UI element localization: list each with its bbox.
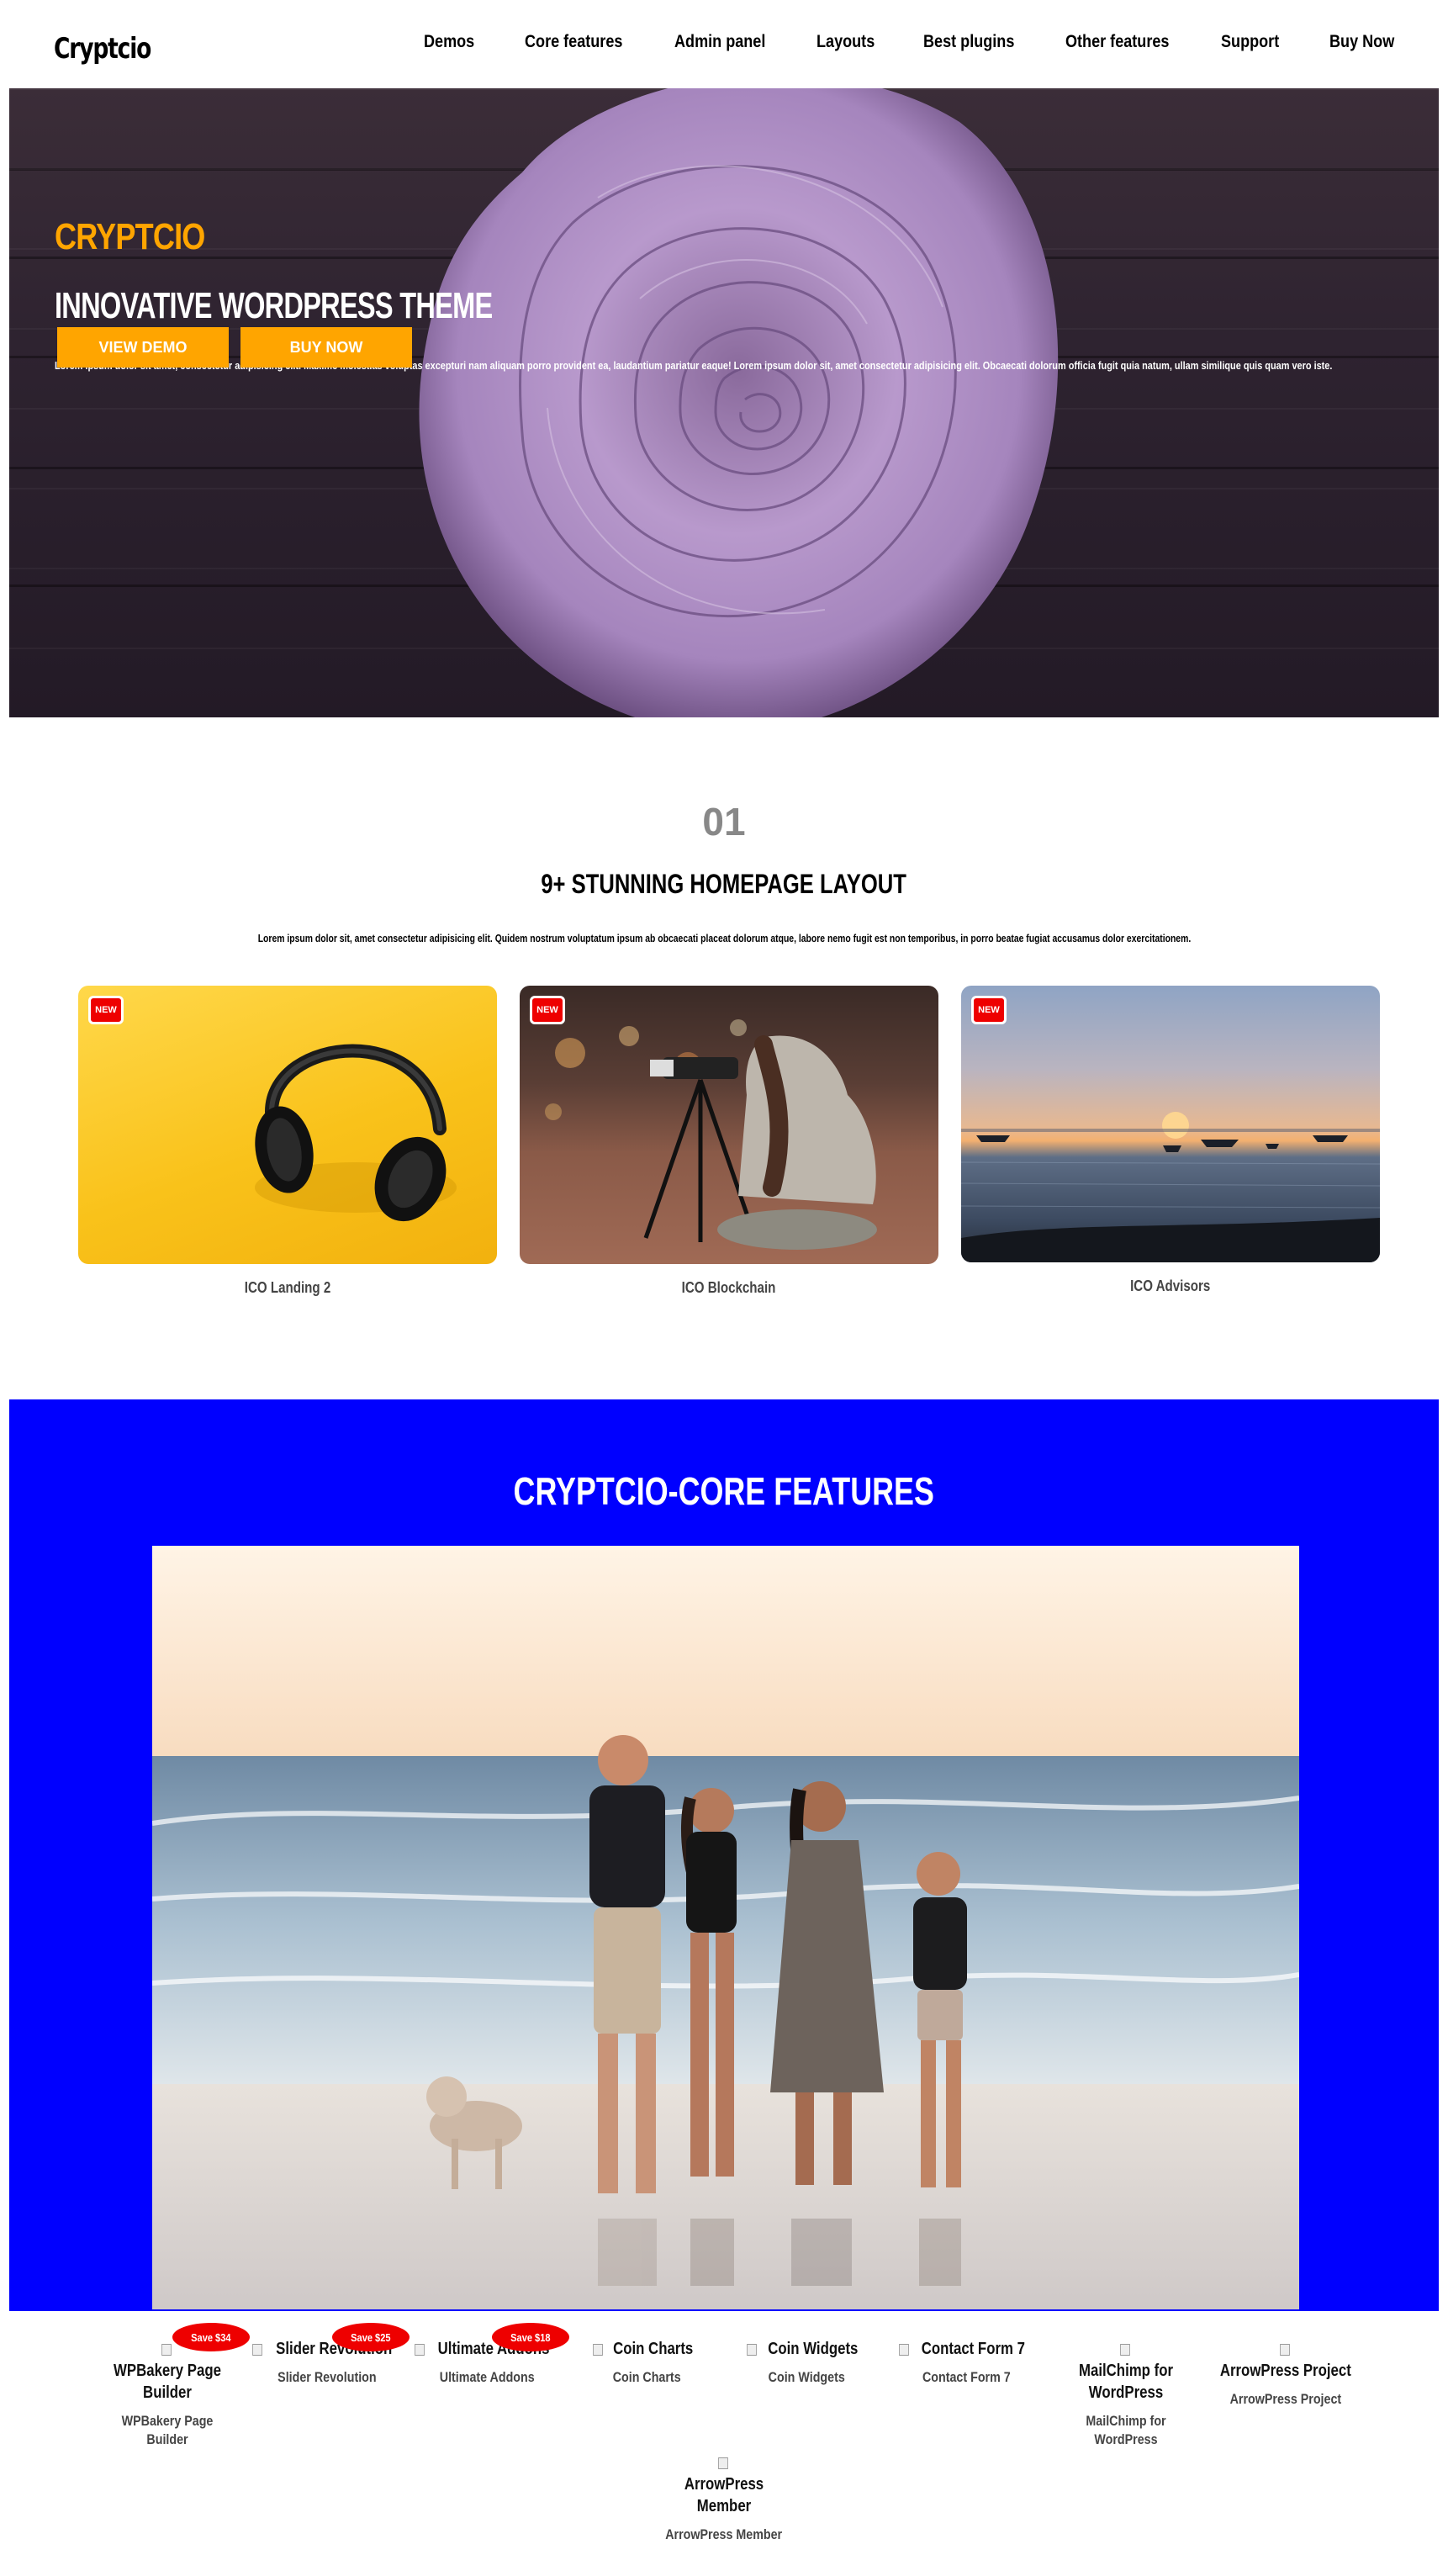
plugin-name-text: Coin Widgets <box>768 2369 845 2385</box>
nav-item-support[interactable]: Support <box>1221 32 1279 52</box>
hero-title: INNOVATIVE WORDPRESS THEME <box>55 285 493 326</box>
hero-section: CRYPTCIO INNOVATIVE WORDPRESS THEME Lore… <box>9 88 1439 717</box>
nav-item-best-plugins[interactable]: Best plugins <box>923 32 1014 52</box>
broken-image-icon <box>1120 2343 1130 2356</box>
layout-card-label[interactable]: ICO Advisors <box>961 1277 1380 1295</box>
plugin-arrowpress-project[interactable]: ArrowPress Project ArrowPress Project <box>1206 2338 1366 2409</box>
plugin-name-text: Contact Form 7 <box>922 2369 1011 2385</box>
plugin-name: Slider Revolution <box>247 2368 407 2387</box>
broken-image-icon <box>251 2343 262 2356</box>
nav-item-admin-panel[interactable]: Admin panel <box>674 32 765 52</box>
new-badge: NEW <box>530 996 565 1024</box>
rose-image <box>419 88 1059 717</box>
plugin-arrowpress-member[interactable]: ArrowPress Member ArrowPress Member <box>644 2452 804 2544</box>
section-title: 9+ STUNNING HOMEPAGE LAYOUT <box>0 869 1448 900</box>
main-nav: Demos Core features Admin panel Layouts … <box>0 32 1448 57</box>
new-badge: NEW <box>971 996 1007 1024</box>
layout-card-label[interactable]: ICO Landing 2 <box>78 1279 497 1297</box>
plugin-name: ArrowPress Project <box>1206 2390 1366 2409</box>
broken-image-icon <box>747 2343 758 2356</box>
nav-item-demos[interactable]: Demos <box>424 32 474 52</box>
plugin-wpbakery[interactable]: WPBakery Page Builder WPBakery Page Buil… <box>87 2338 247 2449</box>
sunset-sea-image <box>961 1112 1380 1262</box>
save-badge-text: Save $34 <box>191 2330 231 2344</box>
section-subtitle-text: Lorem ipsum dolor sit, amet consectetur … <box>257 932 1191 944</box>
plugin-image-alt: MailChimp for WordPress <box>1078 2362 1174 2402</box>
plugin-image-alt: WPBakery Page Builder <box>114 2362 221 2402</box>
family-beach-photo <box>152 1546 1299 2309</box>
section-number: 01 <box>702 800 746 844</box>
plugin-name-text: Ultimate Addons <box>439 2369 535 2385</box>
layout-card-label-text: ICO Landing 2 <box>244 1279 331 1296</box>
plugin-name: Contact Form 7 <box>886 2368 1046 2387</box>
save-badge: Save $18 <box>492 2323 569 2351</box>
plugin-name-text: ArrowPress Project <box>1229 2391 1342 2407</box>
plugin-name-text: Coin Charts <box>612 2369 681 2385</box>
section-title-text: 9+ STUNNING HOMEPAGE LAYOUT <box>541 869 907 899</box>
plugin-image-alt: Contact Form 7 <box>921 2340 1025 2358</box>
plugin-mailchimp[interactable]: MailChimp for WordPress MailChimp for Wo… <box>1046 2338 1206 2449</box>
save-badge: Save $25 <box>332 2323 410 2351</box>
nav-item-buy-now[interactable]: Buy Now <box>1329 32 1394 52</box>
save-badge: Save $34 <box>172 2323 250 2351</box>
broken-image-icon <box>898 2343 909 2356</box>
broken-image-icon <box>593 2343 604 2356</box>
view-demo-button[interactable]: VIEW DEMO <box>57 327 229 368</box>
plugin-name-text: ArrowPress Member <box>665 2526 783 2542</box>
layout-card-label-text: ICO Advisors <box>1130 1277 1211 1294</box>
plugin-coin-widgets[interactable]: Coin Widgets Coin Widgets <box>727 2338 886 2387</box>
plugin-name: Ultimate Addons <box>407 2368 567 2387</box>
plugin-image: MailChimp for WordPress <box>1046 2338 1206 2404</box>
plugin-image: ArrowPress Member <box>644 2452 804 2517</box>
section-subtitle: Lorem ipsum dolor sit, amet consectetur … <box>0 932 1448 944</box>
plugin-name-text: MailChimp for WordPress <box>1086 2413 1166 2447</box>
plugin-name: Coin Widgets <box>727 2368 886 2387</box>
layout-card-label[interactable]: ICO Blockchain <box>520 1279 938 1297</box>
layout-card-label-text: ICO Blockchain <box>682 1279 776 1296</box>
plugin-name-text: Slider Revolution <box>277 2369 377 2385</box>
plugin-image-alt: ArrowPress Member <box>684 2475 764 2515</box>
plugin-name: Coin Charts <box>567 2368 727 2387</box>
core-features-section: CRYPTCIO-CORE FEATURES <box>9 1399 1439 2311</box>
plugin-image: Coin Widgets <box>727 2338 886 2360</box>
photographer-image <box>545 1019 877 1250</box>
site-header: Cryptcio Demos Core features Admin panel… <box>0 0 1448 88</box>
nav-item-layouts[interactable]: Layouts <box>816 32 875 52</box>
layout-card-ico-blockchain[interactable]: NEW <box>520 986 938 1264</box>
headphones-image <box>255 1044 457 1222</box>
plugin-name: WPBakery Page Builder <box>87 2412 247 2449</box>
plugin-image-alt: Coin Widgets <box>768 2340 859 2358</box>
plugin-image-alt: ArrowPress Project <box>1220 2362 1351 2380</box>
family-beach-image <box>152 1546 1299 2309</box>
save-badge-text: Save $18 <box>510 2330 551 2344</box>
buy-now-button[interactable]: BUY NOW <box>240 327 412 368</box>
plugin-image: Coin Charts <box>567 2338 727 2360</box>
nav-item-core-features[interactable]: Core features <box>525 32 622 52</box>
layout-card-ico-landing-2[interactable]: NEW <box>78 986 497 1264</box>
save-badge-text: Save $25 <box>351 2330 391 2344</box>
plugin-coin-charts[interactable]: Coin Charts Coin Charts <box>567 2338 727 2387</box>
plugin-contact-form-7[interactable]: Contact Form 7 Contact Form 7 <box>886 2338 1046 2387</box>
layout-card-ico-advisors[interactable]: NEW <box>961 986 1380 1262</box>
hero-brand: CRYPTCIO <box>55 216 205 257</box>
plugin-image: Contact Form 7 <box>886 2338 1046 2360</box>
plugin-name: ArrowPress Member <box>644 2526 804 2544</box>
plugin-image: ArrowPress Project <box>1206 2338 1366 2382</box>
plugin-image-alt: Coin Charts <box>613 2340 694 2358</box>
broken-image-icon <box>161 2343 172 2356</box>
broken-image-icon <box>415 2343 425 2356</box>
broken-image-icon <box>718 2457 728 2469</box>
core-features-title: CRYPTCIO-CORE FEATURES <box>9 1468 1439 1514</box>
plugin-name: MailChimp for WordPress <box>1046 2412 1206 2449</box>
new-badge: NEW <box>88 996 124 1024</box>
core-features-title-text: CRYPTCIO-CORE FEATURES <box>513 1469 935 1513</box>
nav-item-other-features[interactable]: Other features <box>1065 32 1169 52</box>
plugin-name-text: WPBakery Page Builder <box>121 2413 214 2447</box>
broken-image-icon <box>1280 2343 1290 2356</box>
